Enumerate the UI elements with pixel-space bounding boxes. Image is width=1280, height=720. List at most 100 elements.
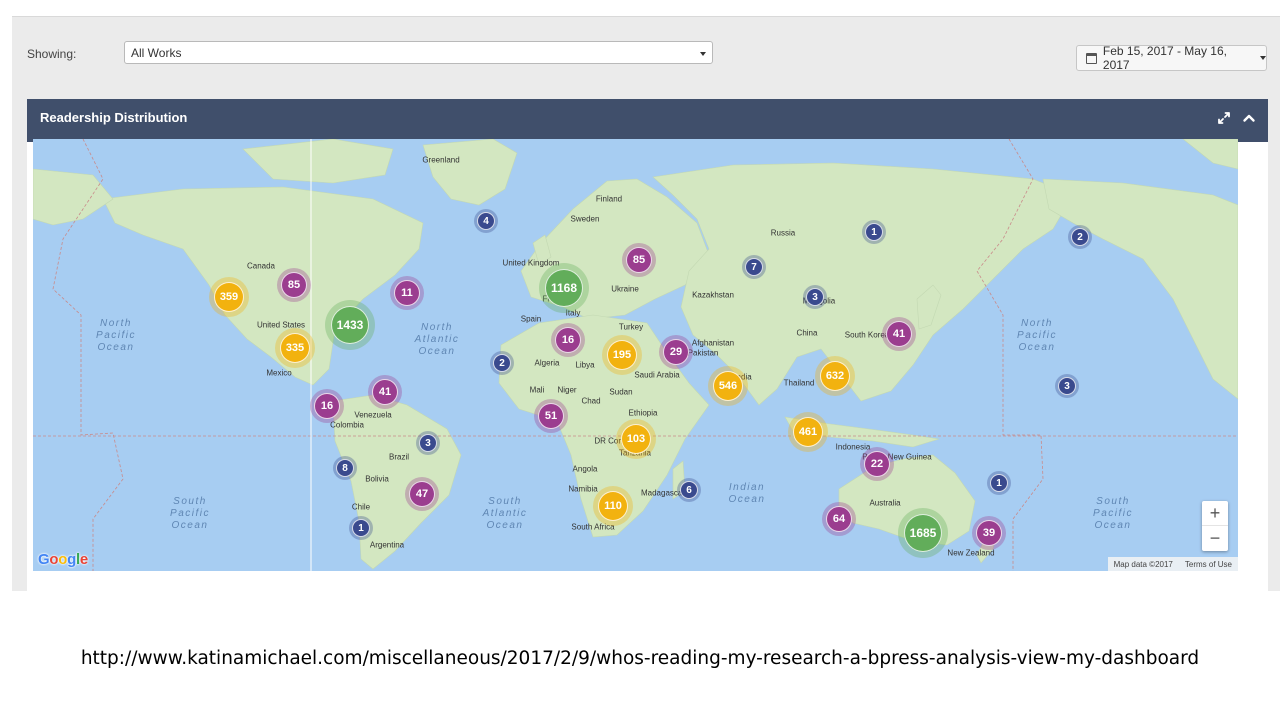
cluster-count: 29 — [669, 346, 683, 358]
place-label: Turkey — [618, 322, 644, 332]
cluster-count: 195 — [612, 349, 632, 361]
zoom-in-button[interactable]: + — [1202, 501, 1228, 526]
cluster-marker[interactable]: 1168 — [545, 269, 583, 307]
cluster-marker[interactable]: 632 — [820, 361, 850, 391]
cluster-marker[interactable]: 85 — [626, 247, 652, 273]
cluster-marker[interactable]: 51 — [538, 403, 564, 429]
expand-icon[interactable] — [1217, 111, 1231, 125]
cluster-marker[interactable]: 1 — [865, 223, 883, 241]
cluster-count: 64 — [832, 513, 846, 525]
zoom-out-button[interactable]: − — [1202, 526, 1228, 551]
cluster-marker[interactable]: 7 — [745, 258, 763, 276]
works-select[interactable]: All Works — [124, 41, 713, 64]
place-label: Colombia — [330, 420, 364, 430]
works-select-value: All Works — [131, 46, 182, 60]
cluster-marker[interactable]: 6 — [680, 481, 698, 499]
cluster-count: 22 — [870, 458, 884, 470]
cluster-count: 110 — [604, 500, 622, 512]
cluster-marker[interactable]: 16 — [314, 393, 340, 419]
cluster-count: 2 — [1077, 231, 1083, 243]
panel-header: Readership Distribution — [27, 99, 1268, 142]
cluster-count: 1 — [996, 477, 1002, 489]
cluster-marker[interactable]: 335 — [280, 333, 310, 363]
ocean-label: South Atlantic Ocean — [482, 496, 528, 531]
cluster-marker[interactable]: 3 — [419, 434, 437, 452]
google-logo: Google — [38, 551, 88, 568]
cluster-marker[interactable]: 110 — [598, 491, 628, 521]
cluster-marker[interactable]: 2 — [1071, 228, 1089, 246]
cluster-marker[interactable]: 4 — [477, 212, 495, 230]
cluster-count: 359 — [219, 291, 239, 303]
cluster-count: 3 — [812, 291, 818, 303]
cluster-marker[interactable]: 546 — [713, 371, 743, 401]
cluster-count: 2 — [499, 357, 505, 369]
cluster-count: 7 — [751, 261, 757, 273]
place-label: Angola — [572, 464, 598, 474]
cluster-marker[interactable]: 1433 — [331, 306, 369, 344]
place-label: China — [796, 328, 818, 338]
place-label: Sweden — [570, 214, 600, 224]
cluster-marker[interactable]: 359 — [214, 282, 244, 312]
place-label: New Zealand — [947, 548, 995, 558]
cluster-count: 85 — [632, 254, 646, 266]
cluster-count: 103 — [626, 433, 646, 445]
cluster-count: 39 — [982, 527, 996, 539]
readership-map[interactable]: Greenland Canada United States Mexico Venezu… — [33, 139, 1238, 571]
zoom-control: + − — [1202, 501, 1228, 551]
cluster-marker[interactable]: 41 — [886, 321, 912, 347]
place-label: Bolivia — [365, 474, 389, 484]
cluster-count: 4 — [483, 215, 489, 227]
cluster-count: 3 — [425, 437, 431, 449]
cluster-marker[interactable]: 1685 — [904, 514, 942, 552]
cluster-count: 6 — [686, 484, 692, 496]
panel-title: Readership Distribution — [40, 110, 188, 125]
showing-label: Showing: — [27, 47, 77, 61]
cluster-marker[interactable]: 39 — [976, 520, 1002, 546]
cluster-count: 335 — [285, 342, 305, 354]
place-label: United States — [256, 320, 306, 330]
cluster-marker[interactable]: 85 — [281, 272, 307, 298]
cluster-marker[interactable]: 1 — [990, 474, 1008, 492]
place-label: South Africa — [571, 522, 615, 532]
cluster-marker[interactable]: 195 — [607, 340, 637, 370]
cluster-marker[interactable]: 16 — [555, 327, 581, 353]
cluster-marker[interactable]: 1 — [352, 519, 370, 537]
cluster-count: 632 — [825, 370, 845, 382]
cluster-marker[interactable]: 2 — [493, 354, 511, 372]
place-label: Australia — [869, 498, 901, 508]
cluster-marker[interactable]: 41 — [372, 379, 398, 405]
calendar-icon — [1086, 52, 1097, 64]
place-label: Chad — [581, 396, 601, 406]
place-label: Greenland — [422, 155, 460, 165]
place-label: Madagascar — [640, 488, 686, 498]
cluster-marker[interactable]: 3 — [806, 288, 824, 306]
cluster-count: 1685 — [909, 526, 937, 540]
place-label: Afghanistan — [691, 338, 735, 348]
place-label: Indonesia — [835, 442, 871, 452]
cluster-marker[interactable]: 11 — [394, 280, 420, 306]
place-label: Brazil — [388, 452, 410, 462]
cluster-marker[interactable]: 103 — [621, 424, 651, 454]
place-label: Namibia — [568, 484, 598, 494]
cluster-marker[interactable]: 64 — [826, 506, 852, 532]
terms-of-use-link[interactable]: Terms of Use — [1185, 560, 1232, 569]
chevron-down-icon — [1260, 56, 1266, 60]
chevron-up-icon[interactable] — [1242, 111, 1256, 125]
cluster-count: 16 — [320, 400, 334, 412]
cluster-marker[interactable]: 461 — [793, 417, 823, 447]
ocean-label: South Pacific Ocean — [1093, 496, 1133, 531]
cluster-marker[interactable]: 22 — [864, 451, 890, 477]
cluster-count: 11 — [401, 287, 413, 299]
cluster-marker[interactable]: 47 — [409, 481, 435, 507]
date-range-button[interactable]: Feb 15, 2017 - May 16, 2017 — [1076, 44, 1267, 72]
place-label: Mali — [529, 385, 545, 395]
cluster-count: 51 — [544, 410, 558, 422]
place-label: Libya — [575, 360, 595, 370]
cluster-count: 47 — [415, 488, 429, 500]
place-label: Finland — [595, 194, 623, 204]
chevron-down-icon — [700, 52, 706, 56]
cluster-marker[interactable]: 29 — [663, 339, 689, 365]
cluster-marker[interactable]: 3 — [1058, 377, 1076, 395]
cluster-marker[interactable]: 8 — [336, 459, 354, 477]
source-url: http://www.katinamichael.com/miscellaneo… — [80, 648, 1200, 669]
